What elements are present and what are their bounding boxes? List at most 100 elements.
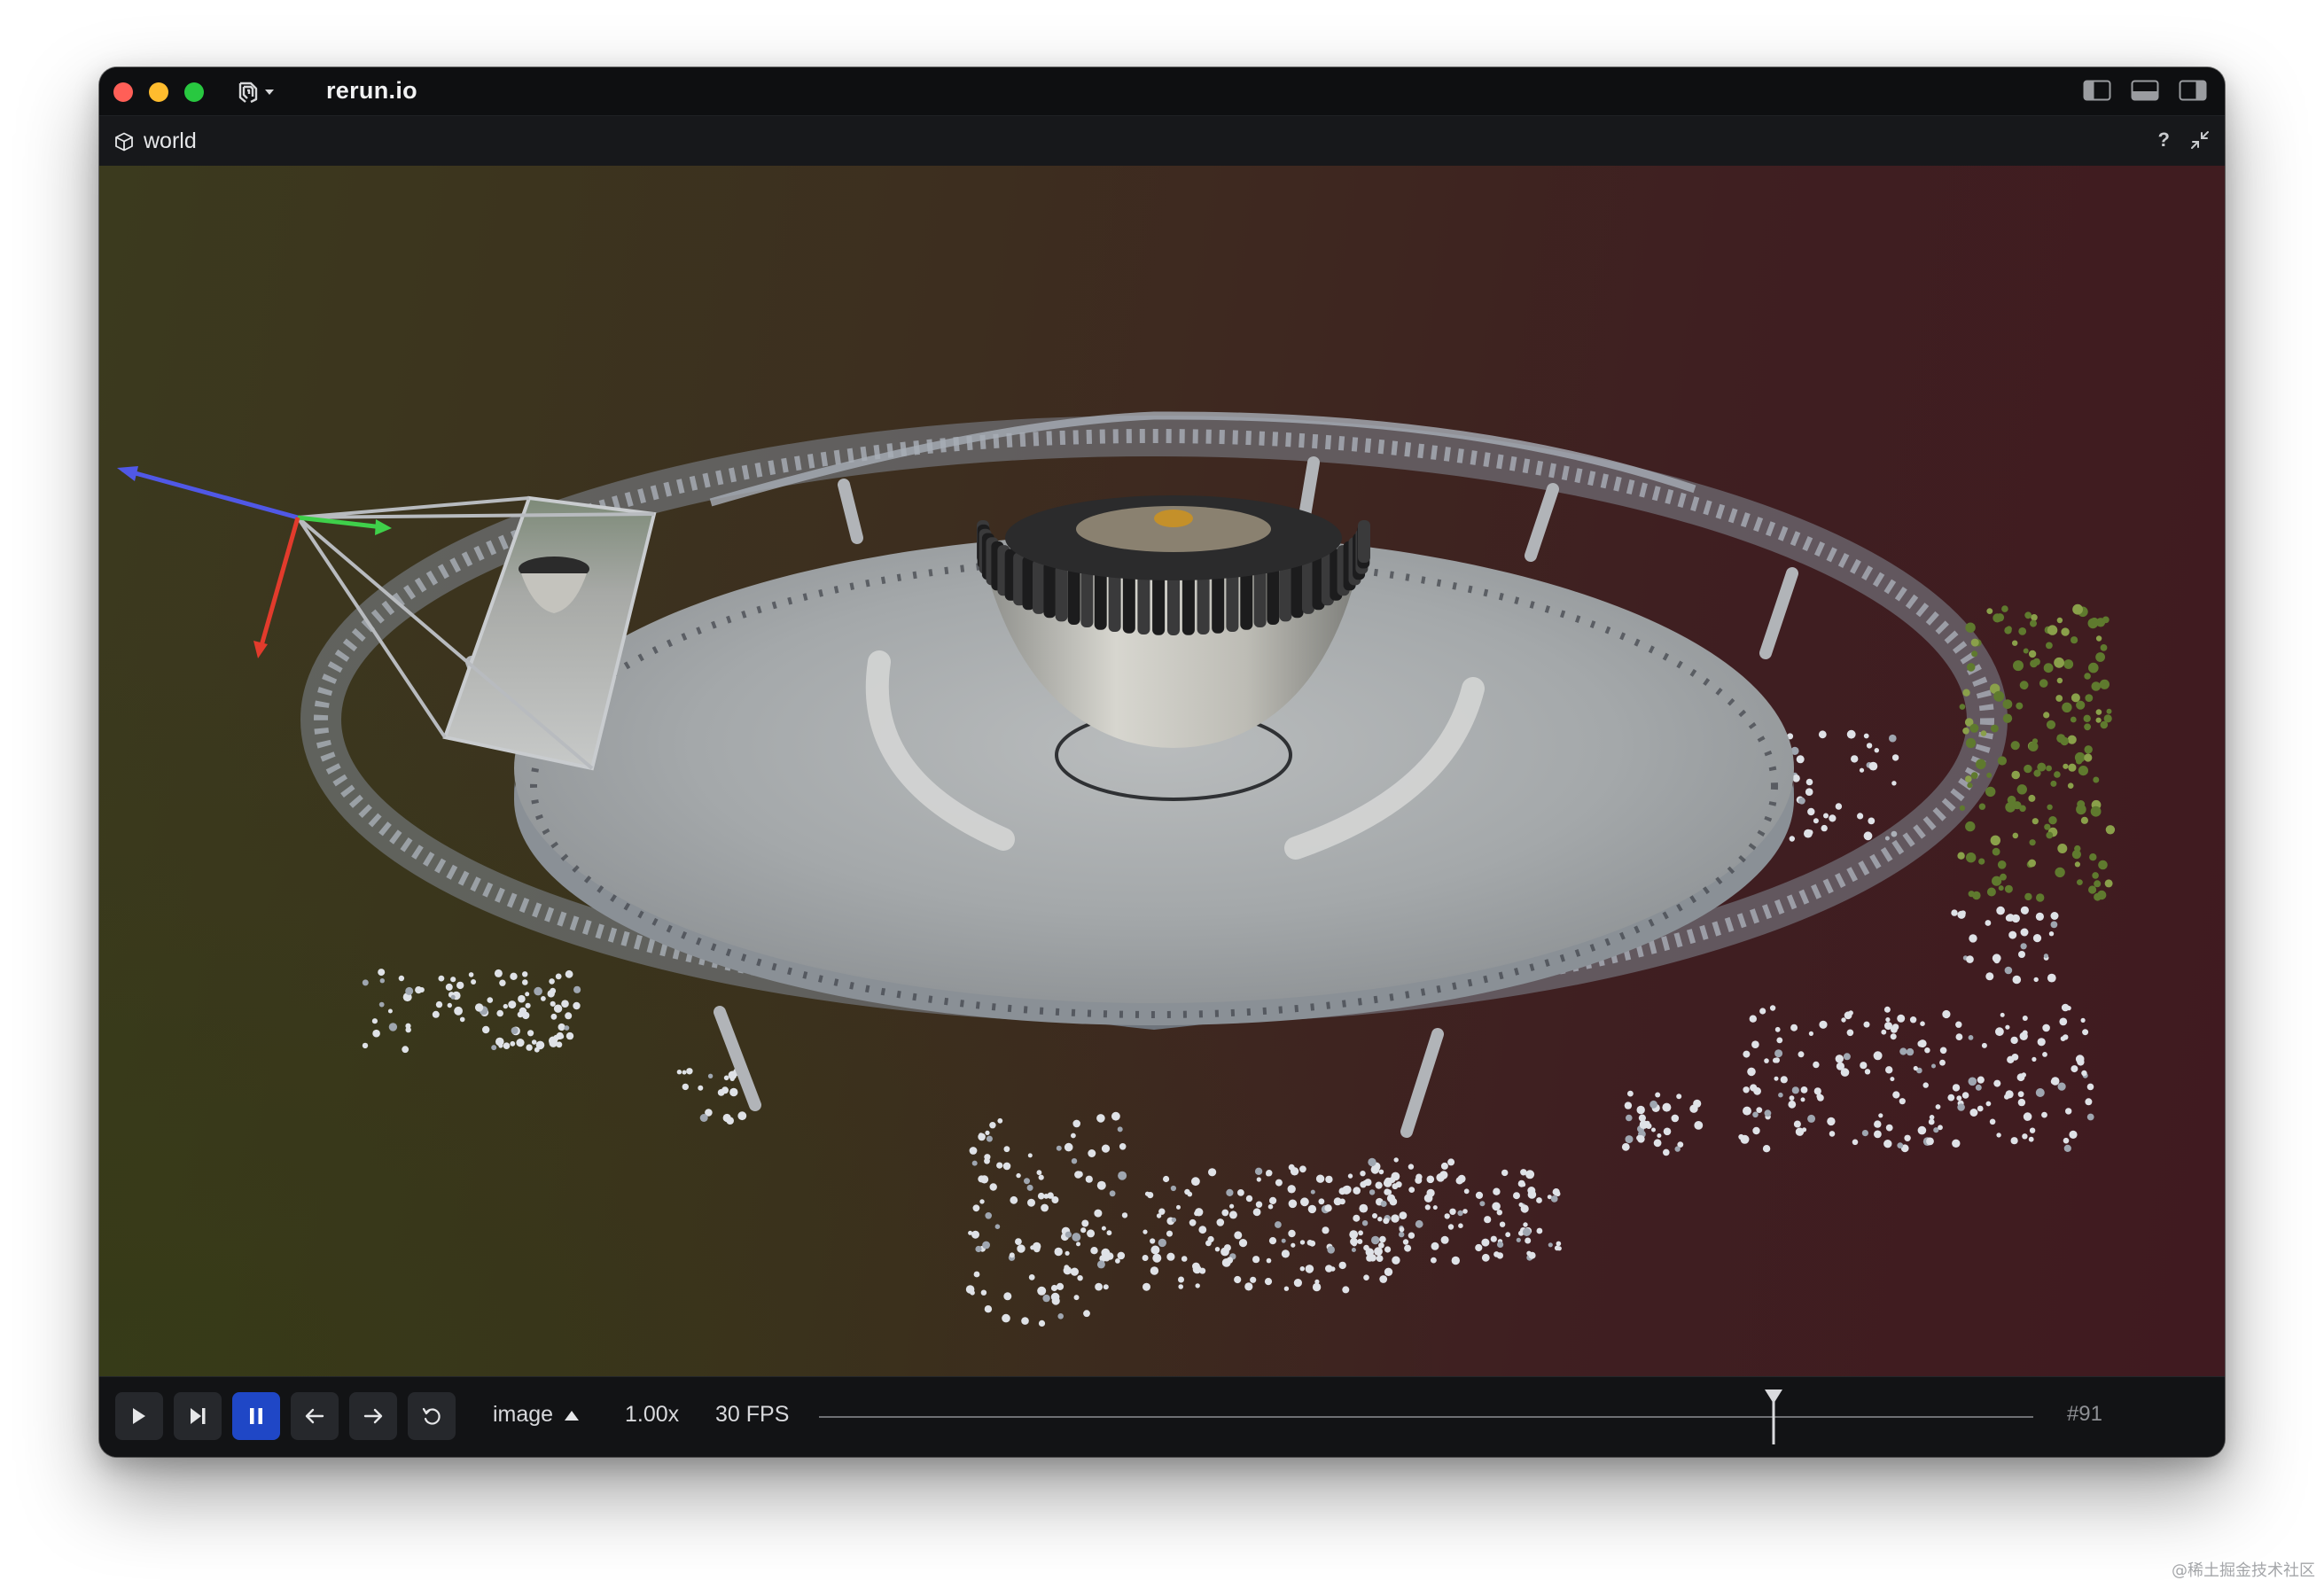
scatter-point (435, 1000, 443, 1008)
scatter-point (699, 1114, 708, 1122)
minimize-view-icon[interactable] (2189, 129, 2211, 151)
foliage-point (1966, 852, 1977, 863)
scatter-point (1743, 1050, 1751, 1058)
foliage-point (2092, 872, 2099, 879)
scatter-point (968, 1230, 973, 1235)
scatter-point (371, 1018, 378, 1024)
foliage-point (2100, 644, 2108, 651)
scatter-point (1096, 1114, 1105, 1123)
scatter-point (1796, 755, 1805, 764)
minimize-window-button[interactable] (149, 82, 168, 102)
scatter-point (1293, 1279, 1302, 1288)
playback-fps[interactable]: 30 FPS (715, 1402, 789, 1428)
foliage-point (1991, 724, 1999, 733)
scatter-point (1176, 1204, 1181, 1210)
scatter-point (1653, 1139, 1662, 1148)
timeline-selector[interactable]: image (493, 1402, 580, 1428)
scatter-point (503, 1042, 511, 1049)
crown-spike (1055, 564, 1068, 622)
scatter-point (1072, 1119, 1080, 1128)
scatter-point (1969, 934, 1977, 943)
scatter-point (2017, 1091, 2024, 1098)
scatter-point (2086, 1113, 2094, 1121)
play-button[interactable] (115, 1392, 163, 1440)
crown-spike (1152, 574, 1166, 635)
scatter-point (2059, 1017, 2068, 1026)
axis-y-arrow (297, 515, 384, 530)
pause-button[interactable] (232, 1392, 280, 1440)
timeline-track[interactable] (819, 1416, 2033, 1418)
point-cloud-scene[interactable] (99, 166, 2225, 1376)
scatter-point (1462, 1209, 1468, 1214)
scatter-point (1750, 1084, 1758, 1092)
scatter-point (1191, 1177, 1200, 1187)
zoom-window-button[interactable] (184, 82, 204, 102)
scatter-point (1065, 1231, 1072, 1238)
scatter-point (1156, 1213, 1162, 1218)
scatter-point (1195, 1208, 1204, 1217)
scatter-point (1497, 1241, 1504, 1248)
scatter-point (372, 1029, 380, 1038)
toggle-left-panel-icon[interactable] (2083, 80, 2111, 101)
scatter-point (1143, 1282, 1150, 1291)
foliage-point (2099, 679, 2110, 689)
scatter-point (1891, 781, 1897, 786)
scatter-point (2033, 977, 2039, 983)
scatter-point (1037, 1192, 1045, 1200)
scatter-point (1431, 1242, 1439, 1250)
scatter-point (1889, 734, 1897, 743)
loop-button[interactable] (408, 1392, 456, 1440)
foliage-point (1997, 756, 2007, 766)
foliage-point (2088, 885, 2097, 894)
scatter-point (1671, 1114, 1680, 1123)
scatter-point (438, 975, 445, 982)
step-next-button[interactable] (349, 1392, 397, 1440)
toggle-right-panel-icon[interactable] (2179, 80, 2207, 101)
scatter-point (986, 1135, 993, 1142)
foliage-point (2098, 860, 2108, 870)
foliage-point (1986, 608, 1993, 614)
space-view-tab[interactable]: world (113, 128, 197, 154)
scatter-point (1440, 1235, 1449, 1244)
3d-viewport[interactable] (99, 166, 2225, 1376)
playback-speed[interactable]: 1.00x (625, 1402, 679, 1428)
scatter-point (1835, 803, 1843, 810)
scatter-point (2061, 1003, 2070, 1012)
scatter-point (1951, 909, 1958, 916)
scatter-point (1899, 1098, 1906, 1105)
scatter-point (1392, 1183, 1399, 1190)
foliage-point (1999, 861, 2006, 868)
scatter-point (1064, 1265, 1070, 1271)
scatter-point (965, 1285, 975, 1294)
scatter-point (1281, 1249, 1290, 1258)
scatter-point (565, 969, 573, 978)
scatter-point (550, 1013, 558, 1020)
timeline-name: image (493, 1402, 554, 1427)
scatter-point (1846, 729, 1856, 739)
step-forward-button[interactable] (174, 1392, 222, 1440)
help-button[interactable]: ? (2158, 128, 2170, 152)
playhead-handle[interactable] (1764, 1390, 1783, 1444)
scatter-point (1002, 1162, 1011, 1171)
scatter-point (2005, 915, 2013, 922)
step-back-button[interactable] (291, 1392, 339, 1440)
scatter-point (1788, 1100, 1797, 1109)
foliage-point (1976, 759, 1986, 770)
scatter-point (1481, 1238, 1490, 1247)
scatter-point (1791, 1086, 1799, 1094)
close-window-button[interactable] (113, 82, 133, 102)
scatter-point (1922, 1082, 1929, 1088)
scatter-point (362, 1042, 369, 1049)
foliage-point (2090, 806, 2102, 817)
foliage-point (2057, 844, 2068, 853)
app-menu-button[interactable] (232, 78, 275, 106)
scatter-point (972, 1204, 980, 1212)
scatter-point (1383, 1179, 1392, 1187)
scatter-point (2050, 912, 2059, 920)
scatter-point (1404, 1244, 1412, 1252)
scatter-point (1150, 1245, 1160, 1255)
toggle-bottom-panel-icon[interactable] (2131, 80, 2159, 101)
scatter-point (447, 1002, 452, 1008)
scatter-point (1103, 1284, 1109, 1290)
foliage-point (2078, 766, 2088, 776)
